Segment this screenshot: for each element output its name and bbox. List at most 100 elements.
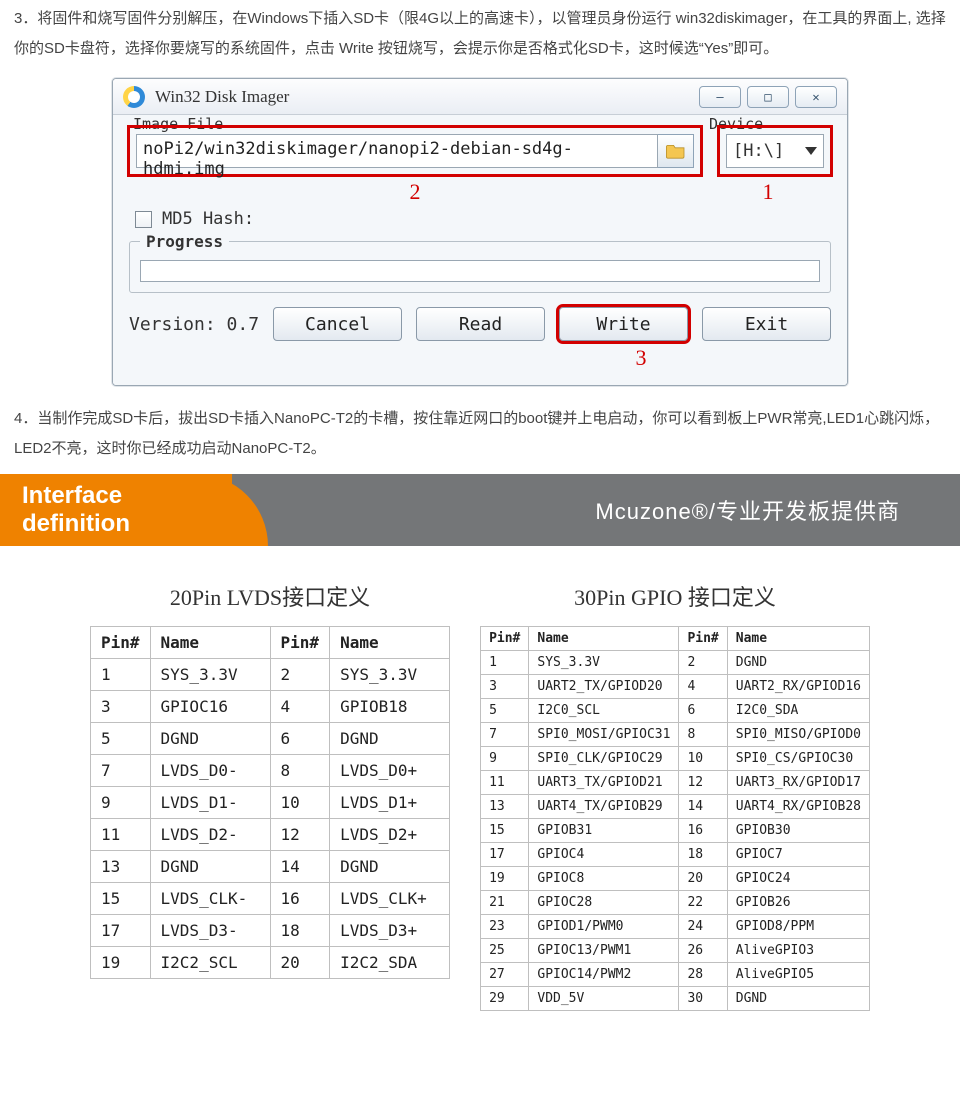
table-cell: LVDS_CLK- xyxy=(150,883,270,915)
table-cell: LVDS_CLK+ xyxy=(330,883,450,915)
table-row: 7SPI0_MOSI/GPIOC318SPI0_MISO/GPIOD0 xyxy=(481,723,870,747)
cancel-button[interactable]: Cancel xyxy=(273,307,402,341)
table-row: 19I2C2_SCL20I2C2_SDA xyxy=(91,947,450,979)
table-row: 9LVDS_D1-10LVDS_D1+ xyxy=(91,787,450,819)
table-row: 11LVDS_D2-12LVDS_D2+ xyxy=(91,819,450,851)
table-cell: I2C0_SDA xyxy=(727,699,869,723)
table-cell: I2C0_SCL xyxy=(529,699,679,723)
table-cell: 23 xyxy=(481,915,529,939)
table-cell: 15 xyxy=(91,883,151,915)
table-cell: 17 xyxy=(91,915,151,947)
read-button[interactable]: Read xyxy=(416,307,545,341)
table-cell: 6 xyxy=(679,699,727,723)
step-4-text: 4．当制作完成SD卡后，拔出SD卡插入NanoPC-T2的卡槽，按住靠近网口的b… xyxy=(0,400,960,468)
table-cell: I2C2_SCL xyxy=(150,947,270,979)
table-cell: GPIOC24 xyxy=(727,867,869,891)
table-cell: 27 xyxy=(481,963,529,987)
table-cell: 19 xyxy=(91,947,151,979)
table-row: 3UART2_TX/GPIOD204UART2_RX/GPIOD16 xyxy=(481,675,870,699)
window-minimize-button[interactable]: — xyxy=(699,86,741,108)
md5-label: MD5 Hash: xyxy=(162,209,254,229)
lvds-table: Pin#NamePin#Name 1SYS_3.3V2SYS_3.3V3GPIO… xyxy=(90,626,450,979)
table-row: 25GPIOC13/PWM126AliveGPIO3 xyxy=(481,939,870,963)
table-cell: 13 xyxy=(91,851,151,883)
table-cell: GPIOC7 xyxy=(727,843,869,867)
table-header-row: Pin#NamePin#Name xyxy=(481,627,870,651)
table-cell: LVDS_D3+ xyxy=(330,915,450,947)
image-file-highlight: noPi2/win32diskimager/nanopi2-debian-sd4… xyxy=(127,125,703,177)
lvds-caption: 20Pin LVDS接口定义 xyxy=(90,580,450,626)
table-row: 17LVDS_D3-18LVDS_D3+ xyxy=(91,915,450,947)
table-col-header: Name xyxy=(150,627,270,659)
exit-button[interactable]: Exit xyxy=(702,307,831,341)
table-row: 15LVDS_CLK-16LVDS_CLK+ xyxy=(91,883,450,915)
table-row: 5DGND6DGND xyxy=(91,723,450,755)
table-cell: 20 xyxy=(270,947,330,979)
table-row: 7LVDS_D0-8LVDS_D0+ xyxy=(91,755,450,787)
version-label: Version: 0.7 xyxy=(129,314,259,335)
table-row: 1SYS_3.3V2DGND xyxy=(481,651,870,675)
table-cell: UART4_RX/GPIOB28 xyxy=(727,795,869,819)
table-cell: 7 xyxy=(481,723,529,747)
table-cell: 16 xyxy=(270,883,330,915)
table-cell: GPIOC4 xyxy=(529,843,679,867)
table-col-header: Pin# xyxy=(481,627,529,651)
table-cell: 4 xyxy=(679,675,727,699)
table-cell: 21 xyxy=(481,891,529,915)
table-col-header: Name xyxy=(330,627,450,659)
banner-left-line1: Interface xyxy=(22,482,232,510)
table-cell: 1 xyxy=(91,659,151,691)
md5-checkbox[interactable] xyxy=(135,211,152,228)
banner-left-line2: definition xyxy=(22,510,232,538)
table-cell: GPIOB26 xyxy=(727,891,869,915)
table-cell: 18 xyxy=(270,915,330,947)
table-cell: LVDS_D2- xyxy=(150,819,270,851)
table-row: 19GPIOC820GPIOC24 xyxy=(481,867,870,891)
gpio-table-block: 30Pin GPIO 接口定义 Pin#NamePin#Name 1SYS_3.… xyxy=(480,580,870,1011)
device-highlight: [H:\] xyxy=(717,125,833,177)
table-cell: LVDS_D2+ xyxy=(330,819,450,851)
table-cell: 4 xyxy=(270,691,330,723)
table-row: 13UART4_TX/GPIOB2914UART4_RX/GPIOB28 xyxy=(481,795,870,819)
table-cell: 8 xyxy=(270,755,330,787)
callout-1: 1 xyxy=(703,179,833,205)
table-cell: 5 xyxy=(481,699,529,723)
table-cell: VDD_5V xyxy=(529,987,679,1011)
table-cell: SYS_3.3V xyxy=(330,659,450,691)
table-cell: 18 xyxy=(679,843,727,867)
table-cell: 10 xyxy=(270,787,330,819)
table-cell: DGND xyxy=(727,651,869,675)
table-cell: 22 xyxy=(679,891,727,915)
table-row: 5I2C0_SCL6I2C0_SDA xyxy=(481,699,870,723)
table-cell: DGND xyxy=(150,851,270,883)
callout-3: 3 xyxy=(571,345,711,371)
window-close-button[interactable]: ✕ xyxy=(795,86,837,108)
table-cell: AliveGPIO5 xyxy=(727,963,869,987)
table-row: 1SYS_3.3V2SYS_3.3V xyxy=(91,659,450,691)
table-cell: 10 xyxy=(679,747,727,771)
table-cell: 30 xyxy=(679,987,727,1011)
table-cell: SYS_3.3V xyxy=(529,651,679,675)
table-cell: 8 xyxy=(679,723,727,747)
table-cell: DGND xyxy=(330,723,450,755)
table-header-row: Pin#NamePin#Name xyxy=(91,627,450,659)
table-cell: 13 xyxy=(481,795,529,819)
image-path-input[interactable]: noPi2/win32diskimager/nanopi2-debian-sd4… xyxy=(136,134,658,168)
table-cell: 9 xyxy=(91,787,151,819)
table-cell: 16 xyxy=(679,819,727,843)
write-button[interactable]: Write xyxy=(559,307,688,341)
table-cell: 2 xyxy=(679,651,727,675)
table-cell: 24 xyxy=(679,915,727,939)
banner-right: Mcuzone®/专业开发板提供商 xyxy=(232,474,960,546)
table-cell: GPIOB31 xyxy=(529,819,679,843)
table-cell: GPIOC13/PWM1 xyxy=(529,939,679,963)
table-cell: 20 xyxy=(679,867,727,891)
callout-2: 2 xyxy=(127,179,703,205)
table-cell: SPI0_MOSI/GPIOC31 xyxy=(529,723,679,747)
table-cell: LVDS_D1- xyxy=(150,787,270,819)
table-cell: DGND xyxy=(330,851,450,883)
device-select[interactable]: [H:\] xyxy=(726,134,824,168)
table-cell: UART2_RX/GPIOD16 xyxy=(727,675,869,699)
window-maximize-button[interactable]: □ xyxy=(747,86,789,108)
browse-button[interactable] xyxy=(658,134,694,168)
